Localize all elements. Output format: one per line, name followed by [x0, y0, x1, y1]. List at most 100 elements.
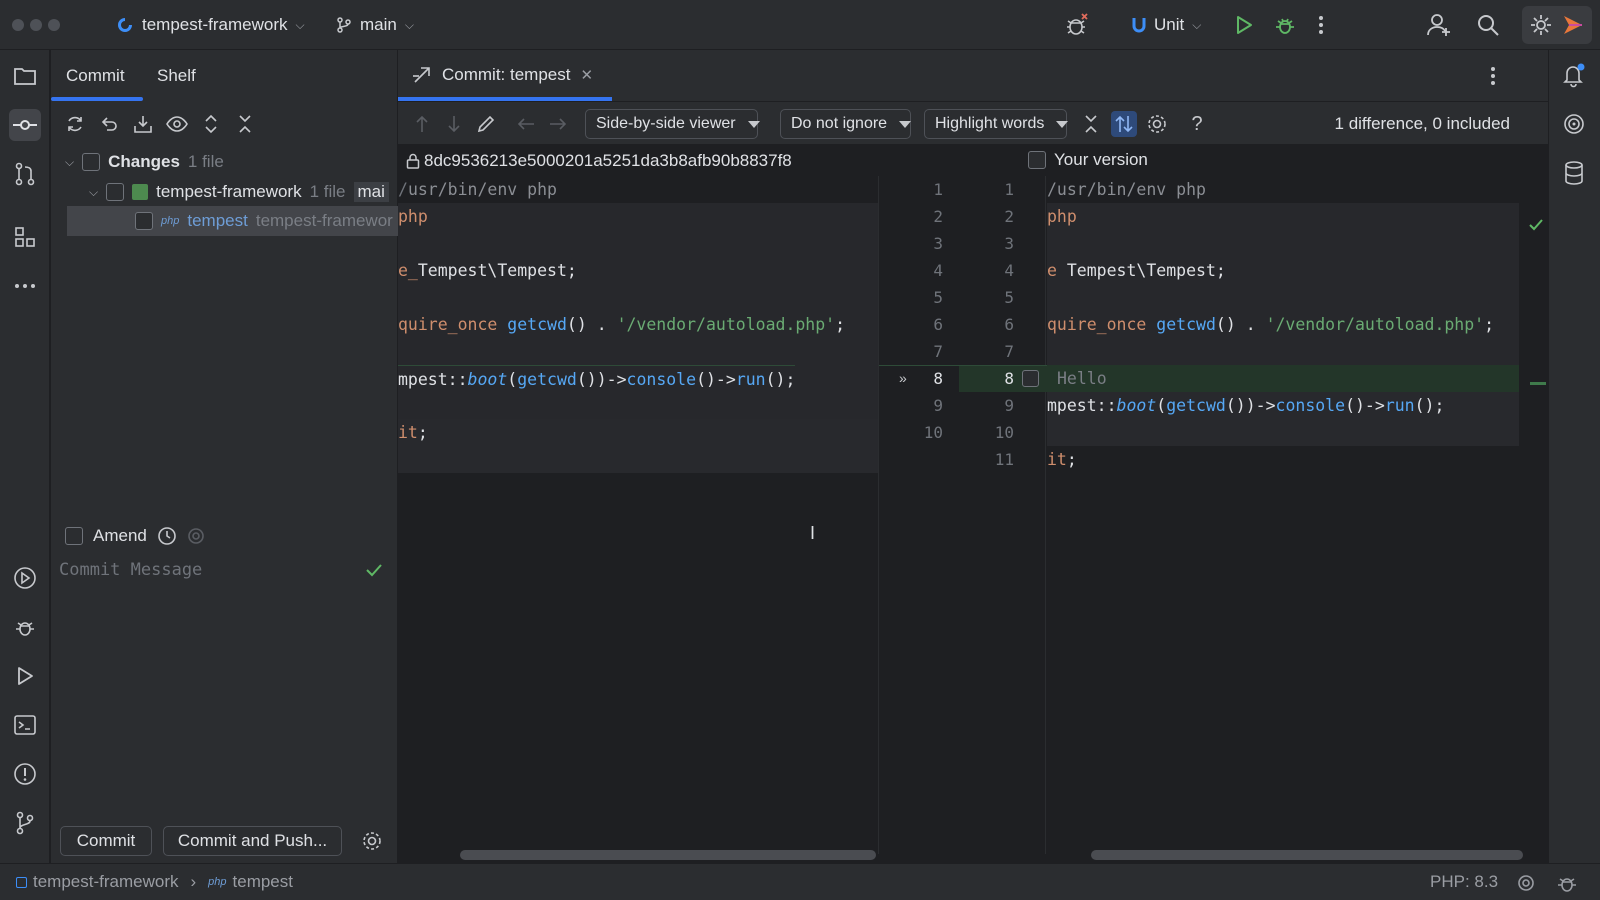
highlight-mode-dropdown[interactable]: Highlight words [924, 109, 1069, 139]
project-selector[interactable]: tempest-framework ⌵ [116, 0, 305, 50]
no-problems-check-icon [1528, 218, 1544, 232]
code-line: mpest::boot(getcwd())->console()->run(); [1047, 396, 1445, 415]
commit-history-clock-icon[interactable] [157, 526, 177, 546]
next-difference-icon[interactable] [442, 112, 466, 136]
changes-group-row[interactable]: ⌵ Changes 1 file [65, 147, 224, 177]
debug-tool-icon[interactable] [9, 611, 41, 643]
search-icon[interactable] [1476, 0, 1500, 50]
include-all-checkbox[interactable] [1028, 151, 1046, 169]
window-close-button[interactable] [12, 19, 24, 31]
commit-toolbar [63, 112, 257, 136]
left-code-pane[interactable]: /usr/bin/env php php e_Tempest\Tempest; … [398, 176, 878, 854]
commit-tool-icon[interactable] [9, 109, 41, 141]
ai-status-icon[interactable] [1516, 873, 1536, 893]
more-actions-icon[interactable] [1318, 0, 1324, 50]
chevron-down-icon[interactable]: ⌵ [65, 155, 74, 170]
structure-icon[interactable] [9, 221, 41, 253]
code-line: it; [398, 423, 428, 442]
repo-checkbox[interactable] [106, 183, 125, 201]
prev-file-icon[interactable] [514, 112, 538, 136]
services-icon[interactable] [9, 562, 41, 594]
right-file-header: Your version [1028, 150, 1148, 170]
rollback-icon[interactable] [97, 112, 121, 136]
changes-checkbox[interactable] [82, 153, 101, 171]
edit-source-pencil-icon[interactable] [474, 112, 498, 136]
commit-and-push-button[interactable]: Commit and Push... [163, 826, 342, 856]
breadcrumb: tempest-framework › php tempest [16, 872, 293, 892]
diff-settings-gear-icon[interactable] [1145, 112, 1169, 136]
ai-generate-message-icon[interactable] [187, 527, 205, 545]
debug-button[interactable] [1274, 0, 1296, 50]
line-number: 9 [1004, 396, 1014, 415]
problems-icon[interactable] [9, 758, 41, 790]
debug-bug-icon[interactable] [1064, 0, 1090, 50]
pull-requests-icon[interactable] [9, 158, 41, 190]
window-minimize-button[interactable] [30, 19, 42, 31]
code-line: mpest::boot(getcwd())->console()->run(); [398, 365, 796, 392]
more-tools-icon[interactable] [9, 270, 41, 302]
right-code-pane[interactable]: /usr/bin/env php php e Tempest\Tempest; … [1047, 176, 1519, 854]
tab-commit[interactable]: Commit [66, 66, 125, 86]
commit-button[interactable]: Commit [60, 826, 152, 856]
update-project-icon[interactable] [131, 112, 155, 136]
notifications-bell-icon[interactable] [1561, 62, 1587, 88]
project-folder-icon[interactable] [9, 60, 41, 92]
refresh-icon[interactable] [63, 112, 87, 136]
tab-shelf[interactable]: Shelf [157, 66, 196, 86]
close-tab-icon[interactable]: ✕ [580, 66, 593, 84]
php-version[interactable]: PHP: 8.3 [1430, 872, 1498, 892]
right-horizontal-scrollbar[interactable] [1091, 850, 1523, 860]
chevron-down-icon[interactable]: ⌵ [89, 185, 98, 200]
commit-options-gear-icon[interactable] [361, 830, 383, 852]
collapse-all-icon[interactable] [233, 112, 257, 136]
chevron-down-icon: ⌵ [404, 17, 414, 32]
breadcrumb-project[interactable]: tempest-framework [33, 872, 178, 892]
line-number: 6 [1004, 315, 1014, 334]
sync-scroll-icon[interactable] [1111, 111, 1137, 137]
code-line: quire_once getcwd() . '/vendor/autoload.… [398, 315, 846, 334]
active-tab-indicator [398, 97, 612, 101]
right-tool-strip [1548, 50, 1600, 863]
line-number: 3 [933, 234, 943, 253]
debug-status-bug-icon[interactable] [1556, 872, 1578, 894]
line-number: 7 [1004, 342, 1014, 361]
viewer-mode-dropdown[interactable]: Side-by-side viewer [585, 109, 760, 139]
breadcrumb-file[interactable]: tempest [233, 872, 293, 892]
run-tool-icon[interactable] [9, 660, 41, 692]
collapse-unchanged-icon[interactable] [1079, 112, 1103, 136]
more-options-icon[interactable] [1490, 66, 1496, 86]
terminal-icon[interactable] [9, 709, 41, 741]
caret-down-icon [899, 120, 912, 128]
next-file-icon[interactable] [546, 112, 570, 136]
prev-difference-icon[interactable] [410, 112, 434, 136]
tab-commit-tempest[interactable]: Commit: tempest ✕ [412, 65, 593, 85]
diff-file-header: 8dc9536213e5000201a5251da3b8afb90b8837f8… [398, 144, 1548, 176]
ai-assistant-spiral-icon[interactable] [1562, 112, 1586, 136]
expand-all-icon[interactable] [199, 112, 223, 136]
branch-selector[interactable]: main ⌵ [336, 0, 414, 50]
amend-checkbox[interactable] [65, 527, 83, 545]
run-config-selector[interactable]: Unit ⌵ [1132, 0, 1201, 50]
amend-label: Amend [93, 526, 147, 545]
left-horizontal-scrollbar[interactable] [460, 850, 876, 860]
file-row-tempest[interactable]: php tempest tempest-framewor [135, 206, 398, 236]
help-question-icon[interactable]: ? [1185, 112, 1209, 136]
line-number: 6 [933, 315, 943, 334]
database-icon[interactable] [1563, 160, 1585, 186]
settings-gear-icon[interactable] [1522, 6, 1592, 44]
window-zoom-button[interactable] [48, 19, 60, 31]
include-change-checkbox[interactable] [1022, 370, 1039, 387]
show-diff-eye-icon[interactable] [165, 112, 189, 136]
ignore-whitespace-dropdown[interactable]: Do not ignore [780, 109, 912, 139]
run-button[interactable] [1233, 0, 1255, 50]
apply-change-chevron-icon[interactable]: » [899, 370, 907, 386]
caret-down-icon [1056, 120, 1069, 128]
commit-message-input[interactable]: Commit Message [59, 560, 391, 600]
tab-title: Commit: tempest [442, 65, 571, 84]
module-square-icon [16, 876, 27, 888]
change-stripe-marker [1530, 382, 1546, 385]
repo-group-row[interactable]: ⌵ tempest-framework 1 file mai [89, 177, 389, 207]
file-checkbox[interactable] [135, 212, 153, 230]
git-tool-icon[interactable] [9, 807, 41, 839]
add-user-icon[interactable] [1426, 0, 1452, 50]
